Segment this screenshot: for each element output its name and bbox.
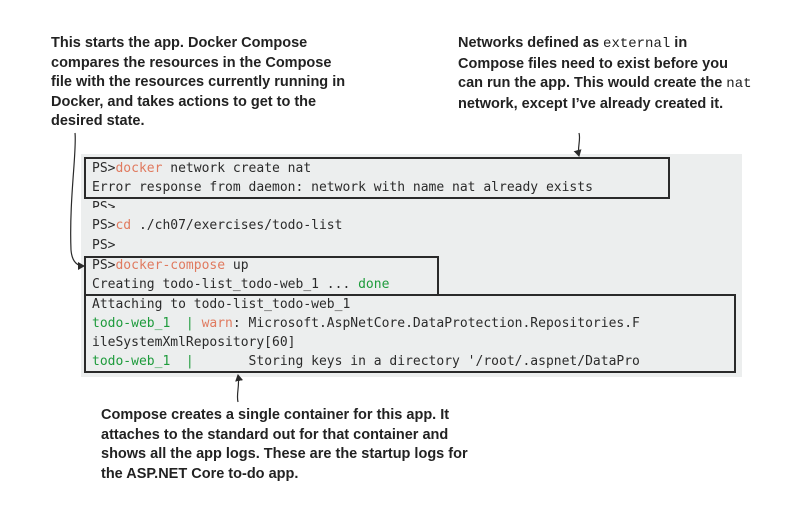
arrow-right-callout [573, 132, 582, 157]
callout-arrows [70, 132, 582, 403]
arrow-left-callout [70, 132, 85, 270]
arrow-bottom-callout [235, 374, 244, 403]
